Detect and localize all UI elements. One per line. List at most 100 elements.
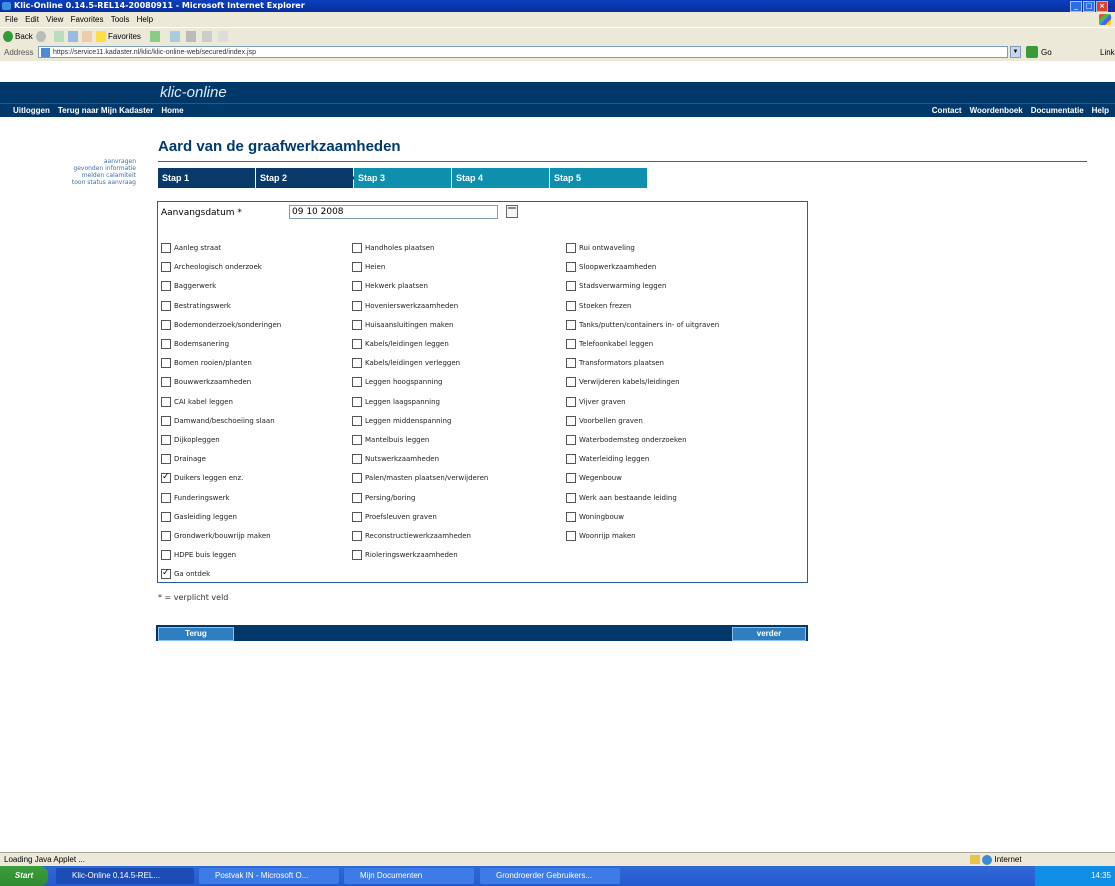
start-button[interactable]: Start: [0, 866, 48, 886]
refresh-icon[interactable]: [68, 31, 78, 42]
address-input[interactable]: https://service11.kadaster.nl/klic/klic-…: [38, 46, 1008, 58]
menu-help[interactable]: Help: [137, 15, 153, 24]
next-button[interactable]: verder: [732, 627, 806, 641]
favorites-button[interactable]: Favorites: [108, 28, 141, 45]
step-3[interactable]: Stap 3: [354, 168, 451, 188]
checkbox[interactable]: [566, 435, 576, 445]
checkbox[interactable]: [161, 550, 171, 561]
checkbox[interactable]: [161, 339, 171, 349]
home-icon[interactable]: [82, 31, 92, 42]
checkbox[interactable]: [352, 319, 362, 330]
address-dropdown-icon[interactable]: ▼: [1010, 46, 1021, 58]
menu-tools[interactable]: Tools: [111, 15, 130, 24]
step-5[interactable]: Stap 5: [550, 168, 647, 188]
maximize-icon[interactable]: □: [1083, 1, 1095, 12]
sidebar-item-aanvragen[interactable]: aanvragen: [30, 158, 136, 165]
checkbox[interactable]: [352, 511, 362, 522]
checkbox[interactable]: [161, 492, 171, 503]
history-icon[interactable]: [150, 31, 160, 42]
checkbox[interactable]: [566, 531, 576, 541]
checkbox[interactable]: [352, 454, 362, 465]
checkbox[interactable]: [352, 473, 362, 484]
checkbox[interactable]: [352, 377, 362, 388]
edit-icon[interactable]: [202, 31, 212, 42]
checkbox[interactable]: [161, 454, 171, 465]
nav-documentation[interactable]: Documentatie: [1031, 106, 1084, 115]
start-date-input[interactable]: [289, 205, 498, 219]
checkbox[interactable]: [161, 377, 171, 388]
go-icon[interactable]: [1026, 46, 1038, 58]
checkbox[interactable]: [566, 454, 576, 465]
minimize-icon[interactable]: _: [1070, 1, 1082, 12]
checkbox[interactable]: [566, 511, 576, 522]
links-button[interactable]: Links: [1100, 44, 1115, 61]
checkbox[interactable]: [352, 358, 362, 369]
calendar-icon[interactable]: [506, 205, 518, 218]
checkbox[interactable]: [161, 319, 171, 330]
checkbox[interactable]: [352, 492, 362, 503]
checkbox[interactable]: [566, 396, 576, 407]
nav-home[interactable]: Home: [161, 106, 183, 115]
print-icon[interactable]: [186, 31, 196, 42]
checkbox[interactable]: [352, 396, 362, 407]
sidebar-item-calamiteit[interactable]: melden calamiteit: [30, 172, 136, 179]
checkbox[interactable]: [352, 550, 362, 561]
checkbox[interactable]: [566, 473, 576, 484]
checkbox[interactable]: [566, 243, 576, 253]
forward-icon[interactable]: [36, 31, 46, 42]
checkbox[interactable]: [566, 358, 576, 369]
mail-icon[interactable]: [170, 31, 180, 42]
checkbox[interactable]: [161, 470, 171, 484]
nav-help[interactable]: Help: [1092, 106, 1109, 115]
checkbox[interactable]: [161, 358, 171, 369]
checkbox[interactable]: [352, 531, 362, 541]
menu-favorites[interactable]: Favorites: [71, 15, 104, 24]
discuss-icon[interactable]: [218, 31, 228, 42]
checkbox[interactable]: [566, 300, 576, 311]
checkbox[interactable]: [161, 531, 171, 541]
checkbox[interactable]: [161, 396, 171, 407]
checkbox[interactable]: [161, 435, 171, 445]
close-icon[interactable]: ×: [1096, 1, 1108, 12]
checkbox[interactable]: [566, 281, 576, 292]
checkbox[interactable]: [161, 262, 171, 273]
checkbox[interactable]: [566, 377, 576, 388]
nav-contact[interactable]: Contact: [932, 106, 962, 115]
nav-back-kadaster[interactable]: Terug naar Mijn Kadaster: [58, 106, 153, 115]
back-button-form[interactable]: Terug: [158, 627, 234, 641]
checkbox[interactable]: [352, 300, 362, 311]
checkbox[interactable]: [161, 511, 171, 522]
task-documents[interactable]: Mijn Documenten: [344, 868, 474, 884]
checkbox[interactable]: [566, 319, 576, 330]
go-button[interactable]: Go: [1041, 44, 1052, 61]
checkbox[interactable]: [352, 435, 362, 445]
menu-view[interactable]: View: [46, 15, 63, 24]
step-1[interactable]: Stap 1: [158, 168, 255, 188]
favorites-icon[interactable]: [96, 31, 106, 42]
menu-edit[interactable]: Edit: [25, 15, 39, 24]
back-button[interactable]: Back: [15, 28, 33, 45]
checkbox[interactable]: [352, 281, 362, 292]
checkbox[interactable]: [352, 339, 362, 349]
checkbox[interactable]: [352, 415, 362, 426]
checkbox[interactable]: [352, 262, 362, 273]
checkbox[interactable]: [566, 339, 576, 349]
nav-glossary[interactable]: Woordenboek: [970, 106, 1023, 115]
step-4[interactable]: Stap 4: [452, 168, 549, 188]
checkbox[interactable]: [161, 566, 171, 580]
nav-logout[interactable]: Uitloggen: [13, 106, 50, 115]
task-outlook[interactable]: Postvak IN - Microsoft O...: [199, 868, 339, 884]
task-grondroerder[interactable]: Grondroerder Gebruikers...: [480, 868, 620, 884]
step-2[interactable]: Stap 2: [256, 168, 353, 188]
task-klic-online[interactable]: Klic-Online 0.14.5-REL...: [56, 868, 194, 884]
checkbox[interactable]: [161, 415, 171, 426]
checkbox[interactable]: [566, 415, 576, 426]
checkbox[interactable]: [566, 492, 576, 503]
checkbox[interactable]: [161, 243, 171, 253]
checkbox[interactable]: [352, 243, 362, 253]
menu-file[interactable]: File: [5, 15, 18, 24]
checkbox[interactable]: [161, 281, 171, 292]
back-icon[interactable]: [3, 31, 13, 42]
checkbox[interactable]: [566, 262, 576, 273]
sidebar-item-status[interactable]: toon status aanvraag: [30, 179, 136, 186]
